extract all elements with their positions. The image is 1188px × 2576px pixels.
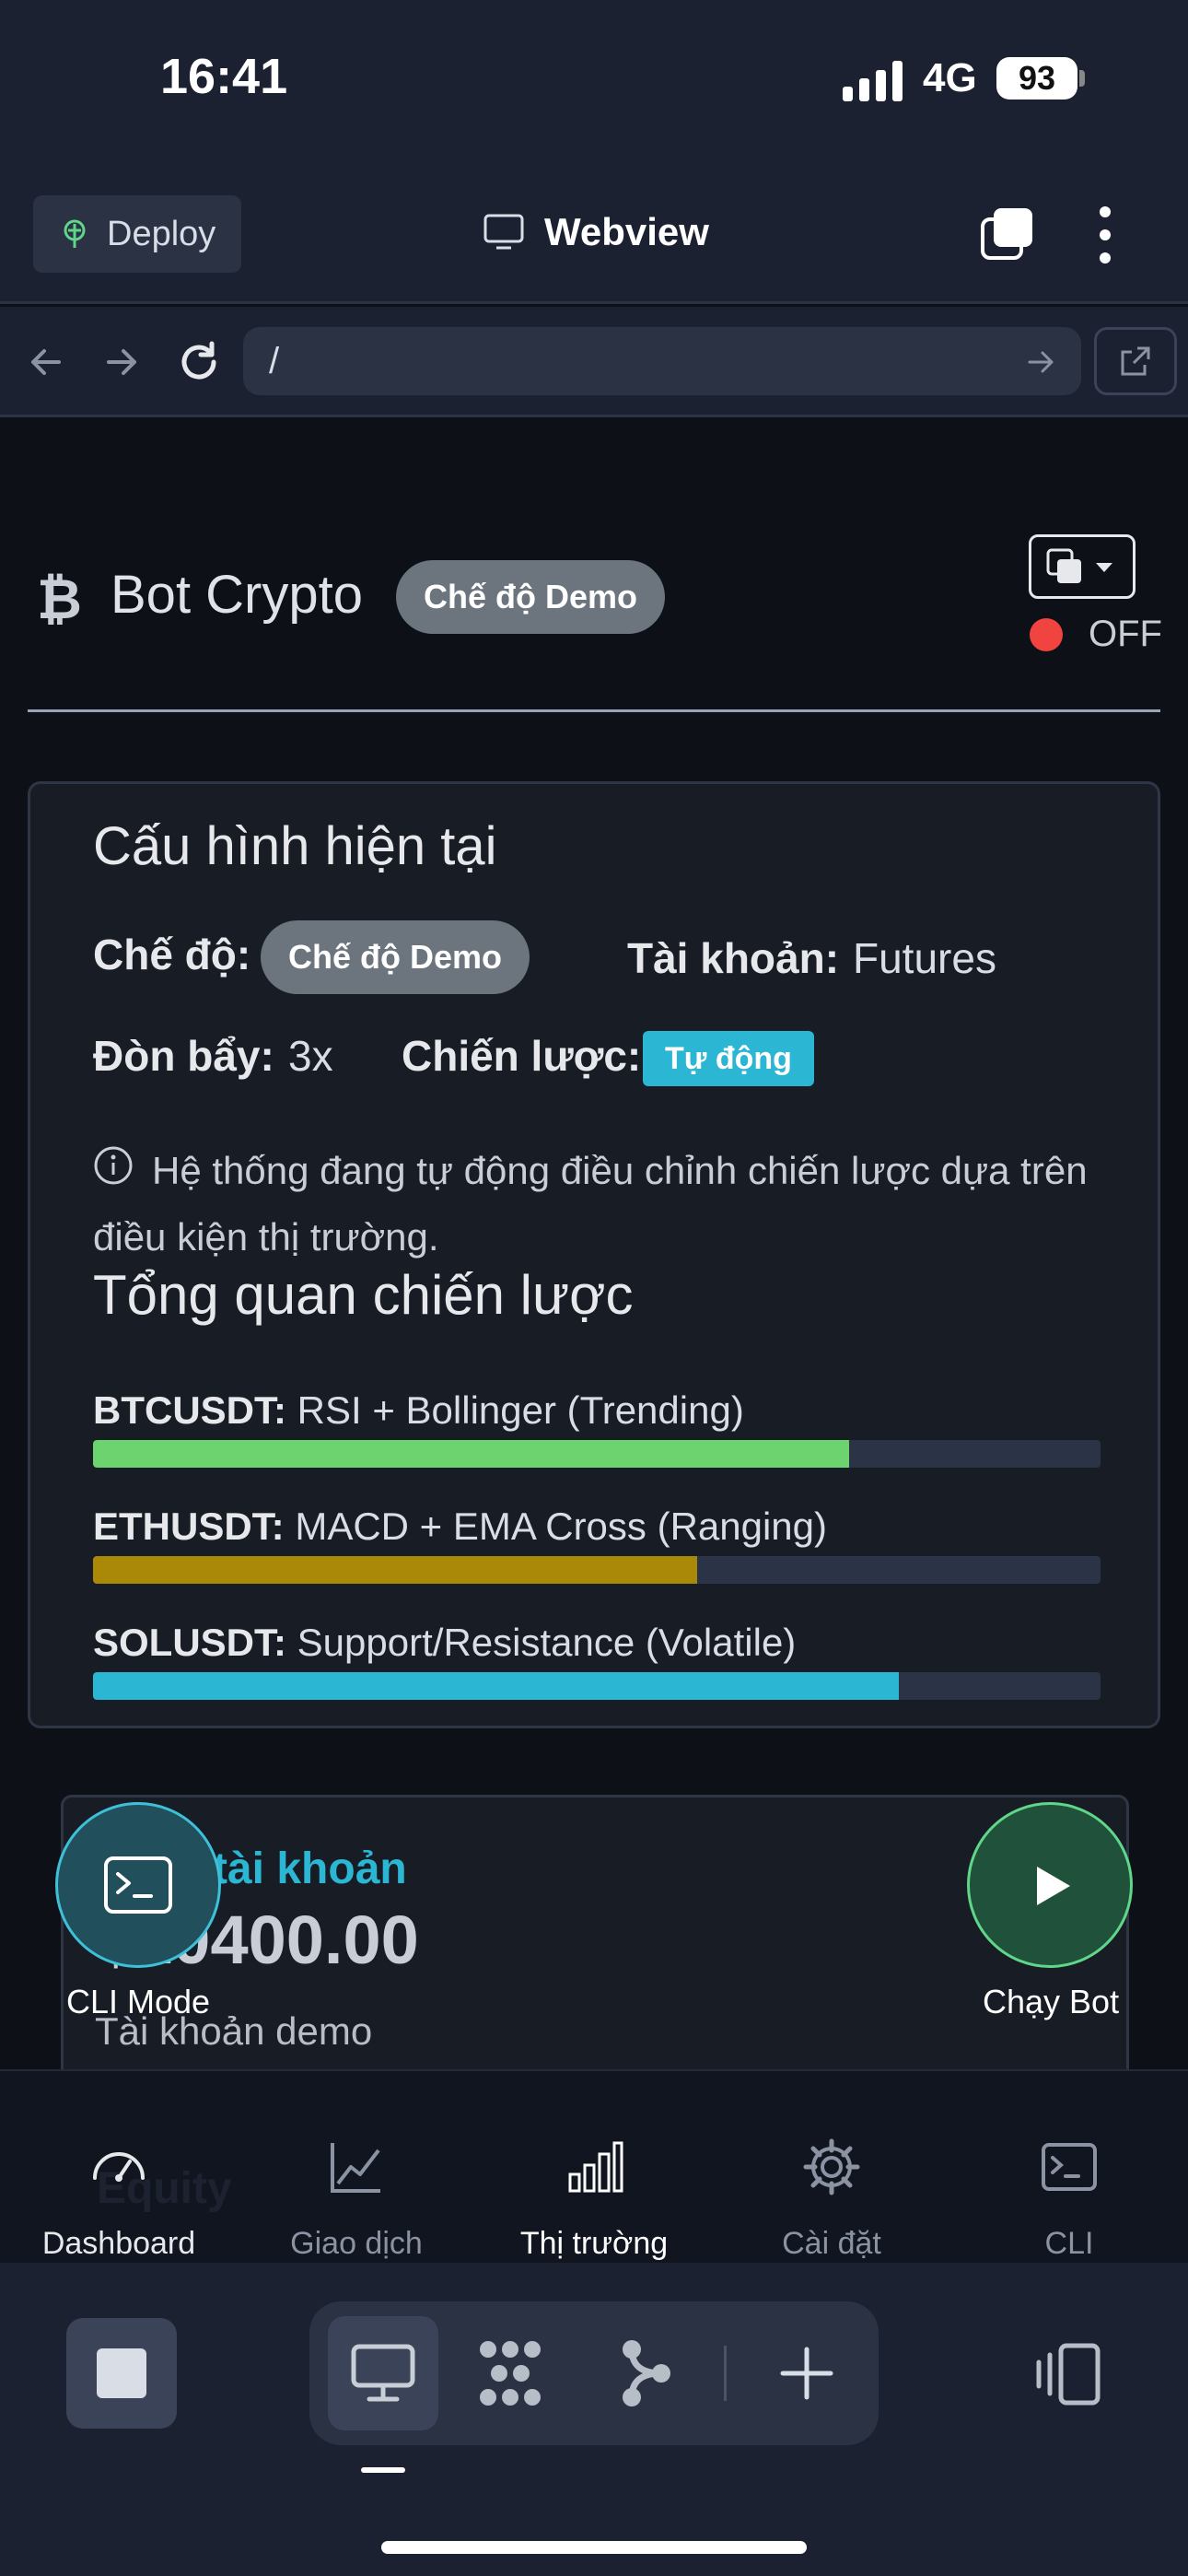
leverage-label: Đòn bẩy: <box>93 1032 274 1080</box>
nav-label: Thị trường <box>519 2226 669 2261</box>
nav-label: Dashboard <box>41 2226 196 2261</box>
language-toggle-button[interactable] <box>1029 534 1136 599</box>
webview-toggle-button[interactable] <box>328 2316 438 2430</box>
dock-separator <box>724 2346 727 2401</box>
strategy-row: SOLUSDT: Support/Resistance (Volatile) <box>93 1621 1101 1700</box>
strategy-name: Support/Resistance (Volatile) <box>297 1621 797 1664</box>
view-switcher <box>309 2301 879 2445</box>
strategy-overview-title: Tổng quan chiến lược <box>93 1264 634 1326</box>
grid-dots-icon[interactable] <box>473 2336 547 2410</box>
nav-label: Giao dịch <box>290 2226 423 2261</box>
mode-badge: Chế độ Demo <box>261 920 530 994</box>
strategy-symbol: BTCUSDT: <box>93 1388 286 1432</box>
system-toolbar <box>0 2263 1188 2576</box>
strategy-symbol: SOLUSDT: <box>93 1621 286 1664</box>
open-external-button[interactable] <box>1094 327 1177 395</box>
bot-status-text: OFF <box>1089 614 1162 654</box>
nav-label: Cài đặt <box>782 2226 881 2261</box>
strategy-progress-fill <box>93 1672 900 1700</box>
terminal-icon <box>1042 2143 1097 2191</box>
branch-icon[interactable] <box>619 2336 674 2410</box>
deploy-label: Deploy <box>107 214 216 253</box>
speedometer-icon <box>93 2152 145 2182</box>
nav-trading[interactable]: Giao dịch <box>238 2071 475 2265</box>
nav-cli[interactable]: CLI <box>950 2071 1188 2265</box>
bottom-navigation: Equity Dashboard Giao dịch Thị trường Cà… <box>0 2069 1188 2263</box>
active-indicator <box>361 2467 405 2473</box>
url-bar: / <box>0 307 1188 417</box>
bitcoin-icon: ₿ <box>37 568 82 630</box>
run-bot-button[interactable] <box>967 1802 1133 1968</box>
strategy-name: MACD + EMA Cross (Ranging) <box>295 1505 828 1548</box>
external-link-icon <box>1121 346 1150 376</box>
strategy-row: ETHUSDT: MACD + EMA Cross (Ranging) <box>93 1505 1101 1584</box>
strategy-progress-fill <box>93 1556 698 1584</box>
demo-mode-badge: Chế độ Demo <box>396 560 666 634</box>
strategy-row-text: SOLUSDT: Support/Resistance (Volatile) <box>93 1621 1101 1665</box>
cli-mode-button[interactable] <box>55 1802 221 1968</box>
balance-title: tài khoản <box>213 1844 407 1893</box>
network-type: 4G <box>923 55 977 100</box>
play-icon <box>1037 1867 1070 1905</box>
forward-icon[interactable] <box>94 334 149 390</box>
strategy-row: BTCUSDT: RSI + Bollinger (Trending) <box>93 1388 1101 1468</box>
strategy-label: Chiến lược: <box>402 1032 642 1080</box>
strategy-row-text: BTCUSDT: RSI + Bollinger (Trending) <box>93 1388 1101 1433</box>
line-chart-icon <box>331 2143 380 2193</box>
strategy-progress-fill <box>93 1440 849 1468</box>
account-value: Futures <box>853 934 996 982</box>
status-bar: 16:41 4G 93 <box>0 0 1188 166</box>
bar-chart-icon <box>568 2141 623 2193</box>
bot-status-indicator <box>1030 618 1063 651</box>
home-indicator <box>381 2541 807 2554</box>
brand-name: Bot Crypto <box>111 565 363 625</box>
run-bot-label: Chạy Bot <box>983 1983 1120 2020</box>
config-card: Cấu hình hiện tại Chế độ: Chế độ Demo Tà… <box>28 781 1160 1728</box>
cli-mode-label: CLI Mode <box>66 1983 211 2020</box>
balance-card: tài khoản $10400.00 Tài khoản demo <box>61 1795 1129 2069</box>
reload-icon[interactable] <box>171 334 227 390</box>
webview-title: Webview <box>483 210 709 254</box>
monitor-icon <box>483 214 524 250</box>
account-label: Tài khoản: <box>627 934 840 982</box>
nav-label: CLI <box>1044 2226 1094 2261</box>
status-time: 16:41 <box>160 49 288 104</box>
strategy-progress-track <box>93 1556 1101 1584</box>
battery-tip <box>1079 70 1085 87</box>
signal-icon <box>843 61 903 101</box>
strategy-badge: Tự động <box>643 1031 814 1086</box>
mode-label: Chế độ: <box>93 931 251 978</box>
divider <box>28 709 1160 712</box>
url-input[interactable]: / <box>243 327 1081 395</box>
go-arrow-icon[interactable] <box>1022 344 1059 381</box>
config-card-title: Cấu hình hiện tại <box>93 816 497 876</box>
strategy-symbol: ETHUSDT: <box>93 1505 285 1548</box>
stop-icon <box>97 2348 146 2398</box>
nav-market[interactable]: Thị trường <box>475 2071 713 2265</box>
strategy-name: RSI + Bollinger (Trending) <box>297 1388 744 1432</box>
terminal-icon <box>104 1856 172 1914</box>
leverage-value: 3x <box>288 1032 333 1080</box>
gear-icon <box>803 2138 860 2195</box>
info-text: Hệ thống đang tự động điều chỉnh chiến l… <box>93 1149 1088 1259</box>
nav-dashboard[interactable]: Dashboard <box>0 2071 238 2265</box>
strategy-row-text: ETHUSDT: MACD + EMA Cross (Ranging) <box>93 1505 1101 1549</box>
deploy-icon <box>64 219 86 248</box>
devices-icon[interactable] <box>1030 2342 1103 2406</box>
strategy-progress-track <box>93 1672 1101 1700</box>
translate-icon <box>1046 548 1112 583</box>
stop-button[interactable] <box>66 2318 177 2429</box>
app-header: Deploy Webview <box>0 166 1188 304</box>
webview-label: Webview <box>544 210 709 253</box>
tabs-icon[interactable] <box>979 206 1034 262</box>
back-icon[interactable] <box>18 334 74 390</box>
plus-icon[interactable] <box>779 2346 834 2401</box>
monitor-icon <box>351 2344 415 2402</box>
nav-settings[interactable]: Cài đặt <box>713 2071 950 2265</box>
battery-icon: 93 <box>996 57 1077 100</box>
deploy-button[interactable]: Deploy <box>33 195 241 273</box>
more-options-icon[interactable] <box>1087 203 1124 267</box>
strategy-progress-track <box>93 1440 1101 1468</box>
